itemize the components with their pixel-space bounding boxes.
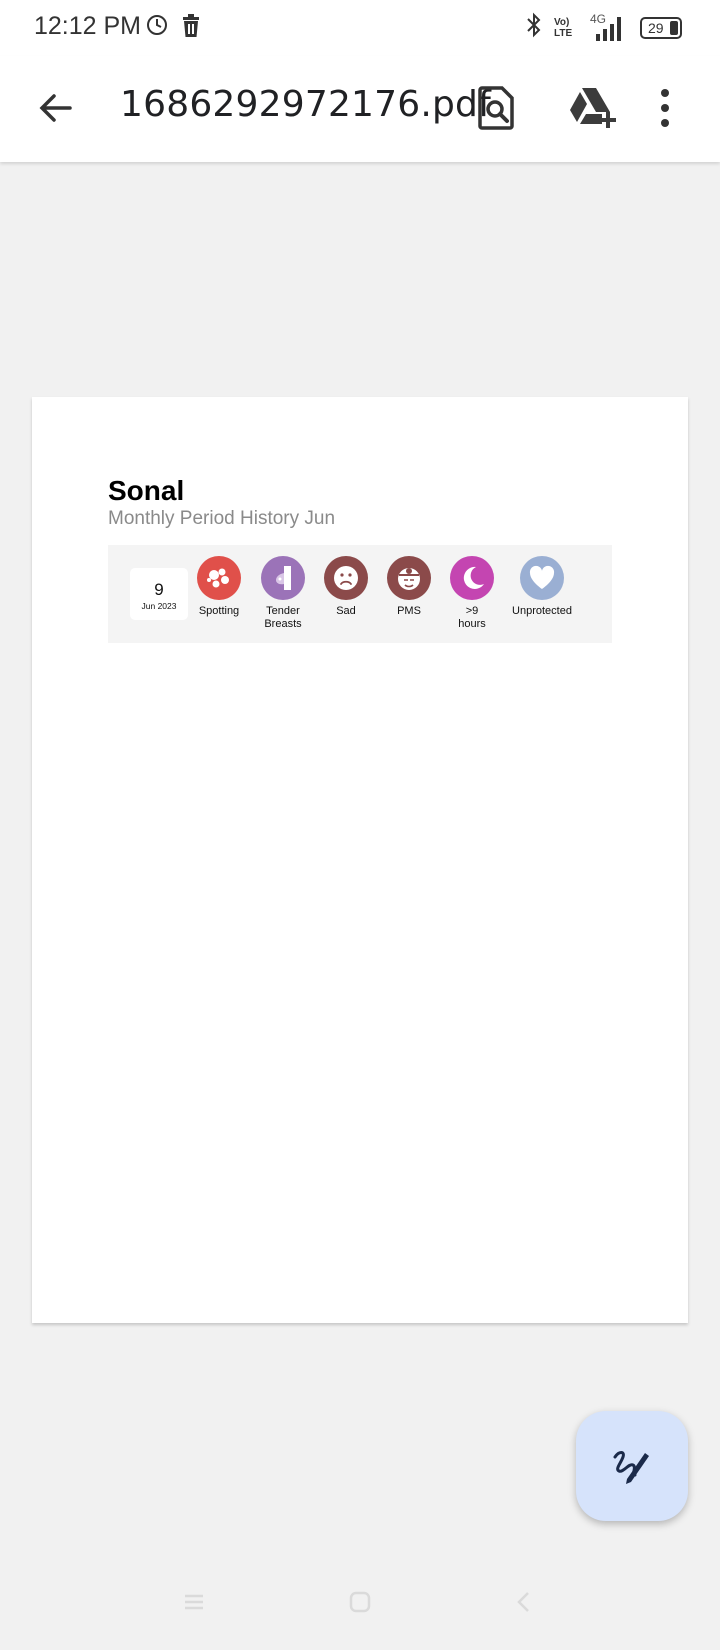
app-bar: 1686292972176.pdf bbox=[0, 56, 720, 162]
symptom-label: Unprotected bbox=[512, 605, 572, 617]
symptom-spotting: Spotting bbox=[184, 556, 254, 618]
symptom-sleep-hours: zz >9 hours bbox=[437, 556, 507, 631]
symptom-label: Sad bbox=[336, 605, 356, 617]
recents-nav-button[interactable] bbox=[182, 1590, 206, 1619]
symptom-label: >9 hours bbox=[458, 605, 486, 630]
pms-icon bbox=[387, 556, 431, 600]
drive-add-icon bbox=[570, 88, 616, 128]
home-square-icon bbox=[349, 1591, 371, 1613]
symptom-pms: PMS bbox=[374, 556, 444, 618]
sad-face-icon bbox=[324, 556, 368, 600]
more-vert-icon bbox=[661, 89, 669, 127]
breast-icon bbox=[261, 556, 305, 600]
battery-icon: 29 bbox=[640, 16, 682, 39]
file-title: 1686292972176.pdf bbox=[120, 84, 491, 125]
signal-icon: 4G bbox=[590, 12, 630, 42]
chevron-left-icon bbox=[517, 1592, 529, 1612]
period-history-entry: 9 Jun 2023 Spotting Tender Breasts Sad P… bbox=[108, 545, 612, 643]
alarm-icon bbox=[146, 14, 168, 41]
status-bar: 12:12 PM Vo) LTE 4G 29 bbox=[0, 0, 720, 56]
back-button[interactable] bbox=[34, 86, 78, 130]
moon-sleep-icon: zz bbox=[450, 556, 494, 600]
battery-level: 29 bbox=[648, 19, 664, 36]
save-to-drive-button[interactable] bbox=[566, 82, 618, 134]
more-options-button[interactable] bbox=[650, 82, 680, 134]
menu-icon bbox=[185, 1594, 203, 1610]
symptom-label: Spotting bbox=[198, 605, 240, 617]
system-nav-bar bbox=[0, 1570, 720, 1640]
document-subtitle: Monthly Period History Jun bbox=[108, 508, 336, 529]
entry-day: 9 bbox=[154, 580, 164, 599]
symptom-tender-breasts: Tender Breasts bbox=[247, 556, 319, 631]
date-card: 9 Jun 2023 bbox=[130, 568, 188, 620]
back-nav-button[interactable] bbox=[512, 1590, 536, 1619]
pdf-page[interactable]: Sonal Monthly Period History Jun 9 Jun 2… bbox=[32, 397, 688, 1323]
pen-annotate-icon bbox=[613, 1451, 649, 1484]
trash-icon bbox=[180, 14, 202, 43]
entry-month: Jun 2023 bbox=[141, 601, 177, 611]
symptom-unprotected: Unprotected bbox=[500, 556, 584, 618]
annotate-fab[interactable] bbox=[576, 1411, 688, 1521]
arrow-back-icon bbox=[39, 94, 72, 122]
heart-icon bbox=[520, 556, 564, 600]
find-in-file-button[interactable] bbox=[470, 82, 522, 134]
home-nav-button[interactable] bbox=[348, 1590, 372, 1619]
find-in-page-icon bbox=[478, 86, 514, 130]
symptom-sad: Sad bbox=[311, 556, 381, 618]
symptom-label: Tender Breasts bbox=[264, 605, 302, 630]
document-user-name: Sonal bbox=[108, 475, 185, 506]
bluetooth-icon bbox=[524, 12, 544, 43]
volte-icon: Vo) LTE bbox=[554, 16, 573, 39]
svg-text:z: z bbox=[477, 568, 480, 574]
status-time: 12:12 PM bbox=[34, 12, 142, 40]
symptom-label: PMS bbox=[397, 605, 421, 617]
spotting-icon bbox=[197, 556, 241, 600]
